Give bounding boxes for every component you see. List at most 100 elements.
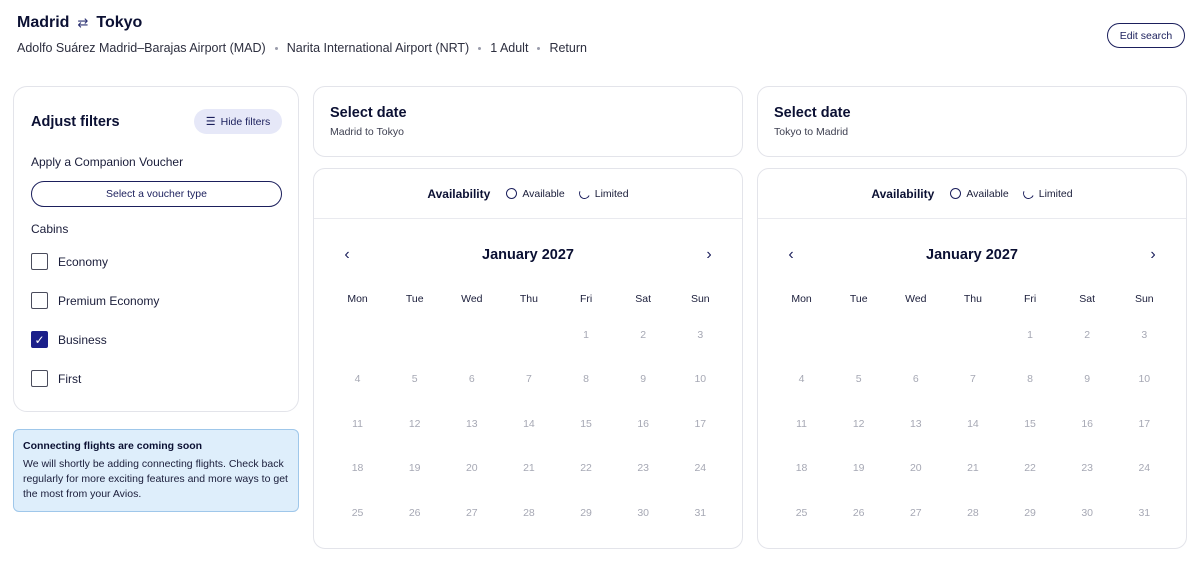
- calendar-day: 25: [795, 507, 808, 519]
- inbound-title: Select date: [774, 105, 851, 121]
- limited-label: Limited: [594, 187, 629, 200]
- calendar-day: 8: [583, 373, 589, 385]
- calendar-day: 24: [1138, 462, 1151, 474]
- legend-limited: Limited: [577, 186, 629, 201]
- available-ring-icon: [506, 188, 518, 199]
- calendar-day: [773, 329, 830, 341]
- calendar-day: 5: [411, 373, 418, 385]
- calendar-day: 16: [637, 418, 650, 430]
- calendar-day: 21: [523, 462, 535, 474]
- calendar-week: 11 12 13 14 15 16 17: [773, 418, 1173, 430]
- available-label: Available: [522, 187, 565, 200]
- limited-label: Limited: [1038, 187, 1073, 200]
- calendar-day: [830, 329, 887, 341]
- filters-panel: Adjust filters ☰ Hide filters Apply a Co…: [13, 86, 299, 412]
- cabin-label: First: [58, 371, 82, 386]
- inbound-date-card[interactable]: Select date Tokyo to Madrid: [757, 86, 1187, 157]
- first-checkbox[interactable]: [31, 370, 48, 387]
- calendar-day: 13: [909, 418, 922, 430]
- business-checkbox[interactable]: ✓: [31, 331, 48, 348]
- weekday: Fri: [1023, 293, 1037, 305]
- weekday: Sat: [1079, 293, 1096, 305]
- calendar-day: 14: [523, 418, 535, 430]
- filters-title: Adjust filters: [31, 114, 120, 130]
- voucher-label: Apply a Companion Voucher: [31, 155, 184, 169]
- month-title: January 2027: [926, 247, 1018, 263]
- cabin-option-first[interactable]: First: [31, 370, 81, 387]
- hide-filters-button[interactable]: ☰ Hide filters: [194, 109, 282, 134]
- connecting-flights-notice: Connecting flights are coming soon We wi…: [13, 429, 299, 512]
- swap-arrows-icon: ⇄: [77, 15, 89, 30]
- calendar-day: 21: [967, 462, 979, 474]
- chevron-right-icon[interactable]: ›: [1144, 246, 1162, 264]
- passenger-count: 1 Adult: [490, 41, 529, 55]
- calendar-day: 20: [909, 462, 922, 474]
- weekday: Sun: [1134, 293, 1154, 305]
- calendar-day: 4: [354, 373, 361, 385]
- calendar-day: 7: [526, 373, 532, 385]
- calendar-day: 11: [796, 418, 808, 430]
- inbound-calendar: Availability Available Limited ‹ January…: [757, 168, 1187, 549]
- separator-dot: [478, 46, 482, 50]
- notice-body: We will shortly be adding connecting fli…: [23, 458, 288, 500]
- calendar-day: 19: [852, 462, 865, 474]
- legend-limited: Limited: [1021, 186, 1073, 201]
- weekday-header: Mon Tue Wed Thu Fri Sat Sun: [329, 293, 729, 305]
- calendar-week: 11 12 13 14 15 16 17: [329, 418, 729, 430]
- premium-economy-checkbox[interactable]: [31, 292, 48, 309]
- calendar-day: 9: [1084, 373, 1091, 385]
- separator-dot: [537, 46, 541, 50]
- month-title: January 2027: [482, 247, 574, 263]
- cabin-option-business[interactable]: ✓ Business: [31, 331, 107, 348]
- edit-search-button[interactable]: Edit search: [1107, 23, 1185, 48]
- calendar-day: 30: [637, 507, 650, 519]
- economy-checkbox[interactable]: [31, 253, 48, 270]
- calendar-day: 15: [580, 418, 592, 430]
- calendar-day: 6: [468, 373, 475, 385]
- month-navigation: ‹ January 2027 ›: [314, 246, 742, 265]
- weekday: Thu: [963, 293, 982, 305]
- calendar-day: 14: [967, 418, 979, 430]
- limited-ring-icon: [577, 186, 592, 201]
- outbound-calendar: Availability Available Limited ‹ January…: [313, 168, 743, 549]
- calendar-day: 20: [465, 462, 478, 474]
- month-navigation: ‹ January 2027 ›: [758, 246, 1186, 265]
- outbound-date-card[interactable]: Select date Madrid to Tokyo: [313, 86, 743, 157]
- chevron-right-icon[interactable]: ›: [700, 246, 718, 264]
- calendar-day: 2: [640, 329, 647, 341]
- calendar-day: 10: [1138, 373, 1151, 385]
- calendar-week: 1 2 3: [773, 329, 1173, 341]
- weekday: Mon: [347, 293, 368, 305]
- calendar-day: 27: [465, 507, 478, 519]
- calendar-day: 3: [697, 329, 704, 341]
- cabin-option-economy[interactable]: Economy: [31, 253, 108, 270]
- notice-title: Connecting flights are coming soon: [23, 440, 203, 452]
- calendar-week: 18 19 20 21 22 23 24: [329, 462, 729, 474]
- destination-airport: Narita International Airport (NRT): [286, 41, 470, 55]
- calendar-day: 5: [855, 373, 862, 385]
- cabin-option-premium-economy[interactable]: Premium Economy: [31, 292, 159, 309]
- calendar-day: 15: [1024, 418, 1036, 430]
- legend-available: Available: [950, 188, 1009, 200]
- trip-header: Madrid ⇄ Tokyo Adolfo Suárez Madrid–Bara…: [17, 14, 587, 55]
- trip-type: Return: [549, 41, 587, 55]
- calendar-day: 23: [1081, 462, 1094, 474]
- origin-airport: Adolfo Suárez Madrid–Barajas Airport (MA…: [17, 41, 266, 55]
- available-ring-icon: [950, 188, 962, 199]
- weekday-header: Mon Tue Wed Thu Fri Sat Sun: [773, 293, 1173, 305]
- voucher-type-select[interactable]: Select a voucher type: [31, 181, 282, 207]
- calendar-day: 17: [1138, 418, 1151, 430]
- availability-legend: Availability Available Limited: [758, 169, 1186, 219]
- calendar-day: 8: [1027, 373, 1033, 385]
- calendar-day: 11: [352, 418, 364, 430]
- availability-label: Availability: [871, 186, 935, 201]
- weekday: Sun: [690, 293, 710, 305]
- calendar-week: 25 26 27 28 29 30 31: [773, 507, 1173, 519]
- trip-meta: Adolfo Suárez Madrid–Barajas Airport (MA…: [17, 41, 587, 55]
- calendar-day: 31: [694, 507, 707, 519]
- cabins-label: Cabins: [31, 222, 69, 236]
- calendar-day: 27: [909, 507, 922, 519]
- limited-ring-icon: [1021, 186, 1036, 201]
- cabin-label: Economy: [58, 254, 109, 269]
- calendar-day: 16: [1081, 418, 1094, 430]
